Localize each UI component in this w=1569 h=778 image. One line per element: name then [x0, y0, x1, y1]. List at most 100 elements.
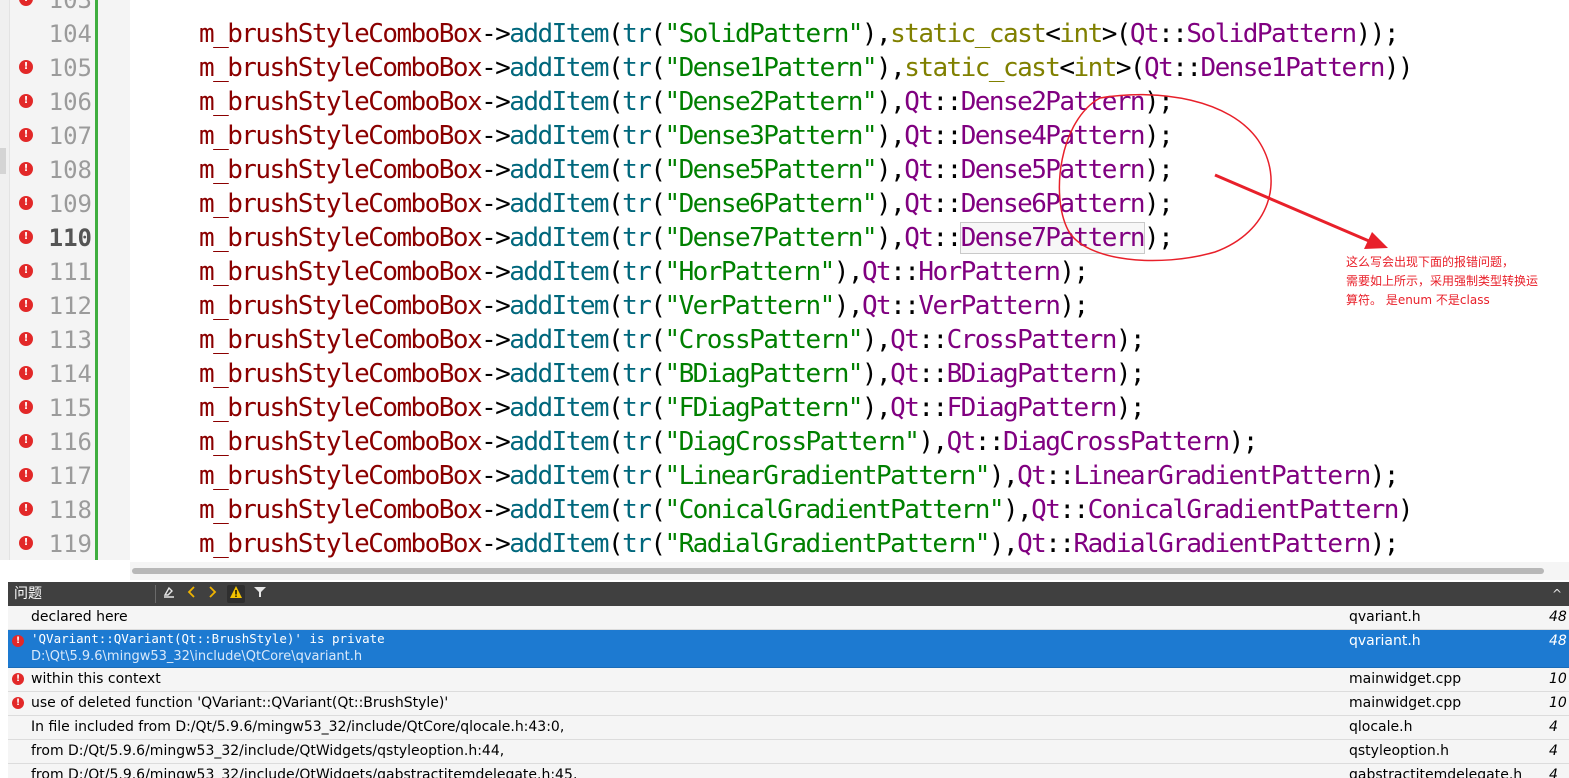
issue-row[interactable]: from D:/Qt/5.9.6/mingw53_32/include/QtWi…: [8, 764, 1569, 778]
code-line[interactable]: ! 108 m_brushStyleComboBox->addItem(tr("De…: [0, 153, 1569, 187]
code-token: (: [650, 87, 666, 117]
code-lines[interactable]: !103104m_brushStyleComboBox->addItem(tr(…: [0, 0, 1569, 560]
code-text[interactable]: m_brushStyleComboBox->addItem(tr("FDiagP…: [199, 391, 1146, 425]
code-line[interactable]: ! 119 m_brushStyleComboBox->addItem(tr("Ra…: [0, 527, 1569, 560]
error-marker-icon[interactable]: !: [19, 94, 33, 108]
code-line[interactable]: ! 114 m_brushStyleComboBox->addItem(tr("BD…: [0, 357, 1569, 391]
code-line[interactable]: 104 m_brushStyleComboBox->addItem(tr("Sol…: [0, 17, 1569, 51]
code-token: (: [650, 393, 666, 423]
code-text[interactable]: m_brushStyleComboBox->addItem(tr("Dense7…: [199, 221, 1174, 255]
code-line[interactable]: ! 112 m_brushStyleComboBox->addItem(tr("Ve…: [0, 289, 1569, 323]
error-marker-icon[interactable]: !: [19, 400, 33, 414]
code-token: Qt: [904, 189, 934, 219]
issues-toolbar: 问题 ^: [8, 582, 1569, 606]
clear-icon[interactable]: [160, 585, 178, 603]
code-text[interactable]: m_brushStyleComboBox->addItem(tr("SolidP…: [199, 17, 1399, 51]
code-token: m_brushStyleComboBox: [199, 461, 483, 491]
code-token: ),: [861, 325, 892, 355]
code-text[interactable]: m_brushStyleComboBox->addItem(tr("Dense1…: [199, 51, 1414, 85]
error-icon: !: [12, 635, 24, 647]
code-text[interactable]: m_brushStyleComboBox->addItem(tr("DiagCr…: [199, 425, 1258, 459]
code-token: (: [608, 53, 624, 83]
issue-row[interactable]: ! within this context mainwidget.cpp 10: [8, 668, 1569, 692]
issue-line: 48: [1549, 633, 1567, 649]
issue-row[interactable]: from D:/Qt/5.9.6/mingw53_32/include/QtWi…: [8, 740, 1569, 764]
code-line[interactable]: ! 111 m_brushStyleComboBox->addItem(tr("Ho…: [0, 255, 1569, 289]
code-token: ),: [876, 53, 906, 83]
error-marker-icon[interactable]: !: [19, 264, 33, 278]
code-text[interactable]: m_brushStyleComboBox->addItem(tr("VerPat…: [199, 289, 1089, 323]
collapse-caret-icon[interactable]: ^: [1548, 585, 1566, 603]
code-line[interactable]: ! 109 m_brushStyleComboBox->addItem(tr("De…: [0, 187, 1569, 221]
error-marker-icon[interactable]: !: [19, 536, 33, 550]
code-token: m_brushStyleComboBox: [199, 529, 483, 559]
code-line[interactable]: ! 106 m_brushStyleComboBox->addItem(tr("De…: [0, 85, 1569, 119]
error-marker-icon[interactable]: !: [19, 434, 33, 448]
error-marker-icon[interactable]: !: [19, 468, 33, 482]
code-token: m_brushStyleComboBox: [199, 155, 483, 185]
code-token: Qt: [904, 155, 934, 185]
error-marker-icon[interactable]: !: [19, 128, 33, 142]
code-token: m_brushStyleComboBox: [199, 19, 483, 49]
code-token: ::: [932, 189, 962, 219]
error-marker-icon[interactable]: !: [19, 230, 33, 244]
issue-row[interactable]: ! use of deleted function 'QVariant::QVar…: [8, 692, 1569, 716]
code-text[interactable]: m_brushStyleComboBox->addItem(tr("HorPat…: [199, 255, 1089, 289]
warning-filter-icon[interactable]: [227, 585, 245, 603]
code-token: ->: [481, 427, 511, 457]
code-token: addItem: [509, 53, 609, 83]
code-line[interactable]: ! 107 m_brushStyleComboBox->addItem(tr("De…: [0, 119, 1569, 153]
code-token: );: [1144, 189, 1174, 219]
code-token: ::: [918, 393, 948, 423]
code-line[interactable]: ! 116 m_brushStyleComboBox->addItem(tr("Di…: [0, 425, 1569, 459]
issue-row[interactable]: declared here qvariant.h 48: [8, 606, 1569, 630]
toolbar-separator: [155, 585, 156, 603]
code-text[interactable]: m_brushStyleComboBox->addItem(tr("Dense5…: [199, 153, 1174, 187]
filter-icon[interactable]: [251, 585, 269, 603]
code-text[interactable]: m_brushStyleComboBox->addItem(tr("Dense6…: [199, 187, 1174, 221]
code-text[interactable]: m_brushStyleComboBox->addItem(tr("Dense2…: [199, 85, 1174, 119]
code-text[interactable]: m_brushStyleComboBox->addItem(tr("Radial…: [199, 527, 1399, 560]
issue-row[interactable]: ! 'QVariant::QVariant(Qt::BrushStyle)' is…: [8, 630, 1569, 668]
next-arrow-icon[interactable]: [204, 585, 222, 603]
horizontal-scrollbar[interactable]: [130, 562, 1569, 580]
error-marker-icon[interactable]: !: [19, 332, 33, 346]
annotation-line: 这么写会出现下面的报错问题，: [1346, 255, 1515, 269]
code-token: ::: [1059, 495, 1089, 525]
code-token: );: [1059, 257, 1089, 287]
code-line[interactable]: ! 115 m_brushStyleComboBox->addItem(tr("FD…: [0, 391, 1569, 425]
scrollbar-thumb[interactable]: [132, 568, 1544, 574]
annotation-line: 需要如上所示，采用强制类型转换运: [1346, 274, 1539, 288]
code-text[interactable]: m_brushStyleComboBox->addItem(tr("BDiagP…: [199, 357, 1146, 391]
code-editor[interactable]: !103104m_brushStyleComboBox->addItem(tr(…: [0, 0, 1569, 560]
code-token: addItem: [509, 359, 609, 389]
error-marker-icon[interactable]: !: [19, 502, 33, 516]
error-marker-icon[interactable]: !: [19, 196, 33, 210]
code-token: <: [1059, 53, 1075, 83]
code-line[interactable]: ! 110 m_brushStyleComboBox->addItem(tr("De…: [0, 221, 1569, 255]
code-token: int: [1073, 53, 1118, 83]
code-text[interactable]: m_brushStyleComboBox->addItem(tr("Linear…: [199, 459, 1399, 493]
error-marker-icon[interactable]: !: [19, 162, 33, 176]
code-token: "LinearGradientPattern": [664, 461, 990, 491]
code-token: (: [650, 121, 666, 151]
error-marker-icon[interactable]: !: [19, 60, 33, 74]
code-token: CrossPattern: [946, 325, 1118, 355]
issue-row[interactable]: In file included from D:/Qt/5.9.6/mingw5…: [8, 716, 1569, 740]
code-token: FDiagPattern: [946, 393, 1118, 423]
code-line[interactable]: ! 105 m_brushStyleComboBox->addItem(tr("De…: [0, 51, 1569, 85]
prev-arrow-icon[interactable]: [182, 585, 200, 603]
code-token: (: [608, 121, 624, 151]
issues-list[interactable]: declared here qvariant.h 48! 'QVariant::QVa…: [8, 606, 1569, 778]
code-line[interactable]: ! 118 m_brushStyleComboBox->addItem(tr("Co…: [0, 493, 1569, 527]
error-marker-icon[interactable]: !: [19, 366, 33, 380]
code-line[interactable]: ! 103: [0, 0, 1569, 17]
code-line[interactable]: ! 113 m_brushStyleComboBox->addItem(tr("Cr…: [0, 323, 1569, 357]
issue-line: 48: [1549, 609, 1567, 625]
code-text[interactable]: m_brushStyleComboBox->addItem(tr("Conica…: [199, 493, 1414, 527]
code-text[interactable]: m_brushStyleComboBox->addItem(tr("Dense3…: [199, 119, 1174, 153]
code-line[interactable]: ! 117 m_brushStyleComboBox->addItem(tr("Li…: [0, 459, 1569, 493]
error-marker-icon[interactable]: !: [19, 0, 33, 6]
code-text[interactable]: m_brushStyleComboBox->addItem(tr("CrossP…: [199, 323, 1146, 357]
error-marker-icon[interactable]: !: [19, 298, 33, 312]
